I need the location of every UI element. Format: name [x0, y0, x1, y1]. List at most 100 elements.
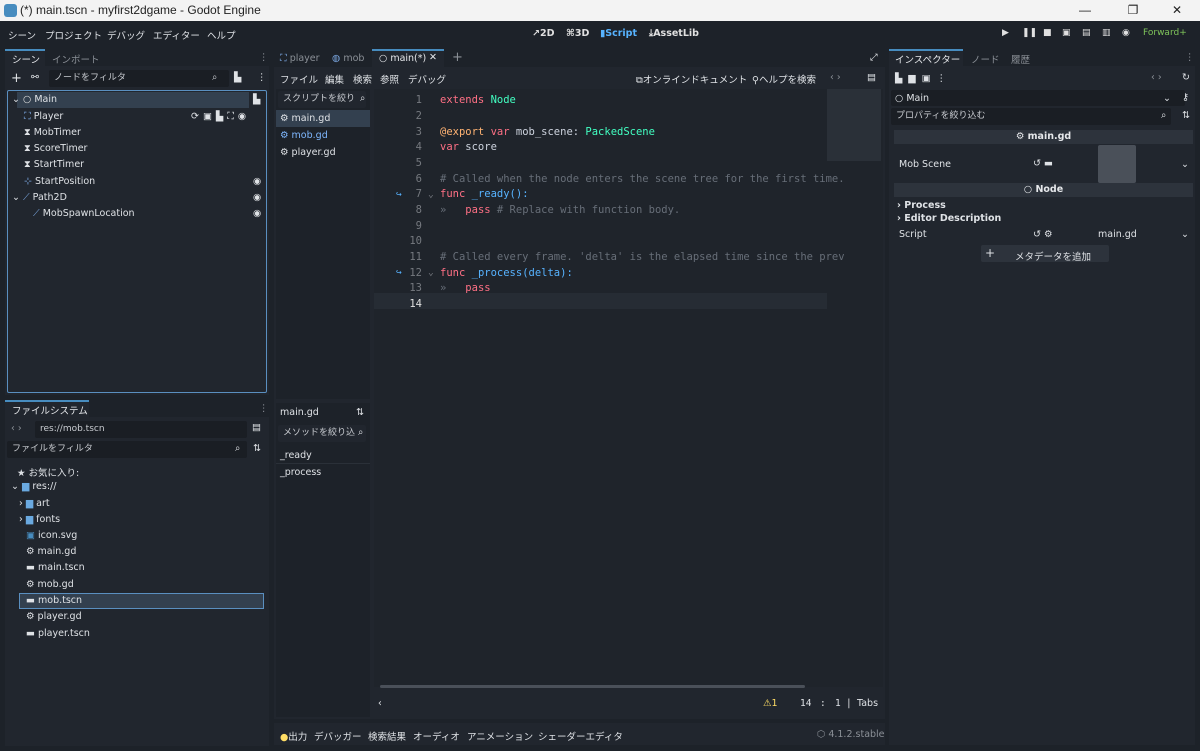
pause-icon[interactable]: ❚❚: [1022, 28, 1037, 38]
horizontal-scrollbar[interactable]: [380, 685, 805, 688]
search-results-tab[interactable]: 検索結果: [368, 729, 406, 743]
connection-icon[interactable]: ↪: [396, 189, 402, 200]
dock-menu-icon[interactable]: ⋮: [259, 403, 269, 414]
tree-node-starttimer[interactable]: ⧗ StartTimer: [24, 159, 84, 170]
property-filter-input[interactable]: プロパティを絞り込む: [891, 108, 1171, 125]
mode-script-button[interactable]: ▮Script: [600, 28, 637, 39]
menu-debug[interactable]: デバッグ: [408, 72, 446, 86]
code-editor[interactable]: 1 2 3 4 5 6 7 8 9 10 11 12 13 14 ↪ ↪ ⌄ ⌄…: [374, 89, 883, 688]
indent-mode[interactable]: Tabs: [857, 698, 878, 709]
split-mode-icon[interactable]: ▤: [252, 422, 261, 433]
fold-icon[interactable]: ⌄: [428, 267, 434, 278]
history-nav-icon[interactable]: ‹ ›: [1151, 72, 1162, 83]
add-tab-icon[interactable]: +: [452, 50, 463, 65]
menu-project[interactable]: プロジェクト: [45, 28, 102, 42]
file-main-gd[interactable]: ⚙ main.gd: [26, 546, 76, 557]
minimap[interactable]: [827, 89, 881, 161]
debugger-tab[interactable]: デバッガー: [314, 729, 362, 743]
dock-menu-icon[interactable]: ⋮: [259, 52, 269, 63]
menu-goto[interactable]: 参照: [380, 72, 399, 86]
file-player-tscn[interactable]: ▬ player.tscn: [26, 628, 90, 639]
online-docs-button[interactable]: ⧉オンラインドキュメント: [636, 72, 747, 86]
play-custom-icon[interactable]: ▥: [1102, 28, 1111, 38]
play-icon[interactable]: ▶: [1002, 28, 1009, 38]
inspector-toolbar-icons[interactable]: ▙▆▣⋮: [895, 73, 952, 84]
tab-main[interactable]: ○ main(*): [379, 53, 426, 64]
chevron-down-icon[interactable]: ⌄: [1181, 229, 1189, 240]
method-item-process[interactable]: _process: [280, 467, 321, 478]
menu-scene[interactable]: シーン: [8, 28, 36, 42]
path-input[interactable]: res://mob.tscn: [35, 421, 247, 438]
menu-search[interactable]: 検索: [353, 72, 372, 86]
back-icon[interactable]: ‹ ›: [11, 423, 22, 434]
folder-art[interactable]: › ▆ art: [19, 498, 50, 509]
tree-node-scoretimer[interactable]: ⧗ ScoreTimer: [24, 143, 87, 154]
editor-description-group[interactable]: › Editor Description: [897, 213, 1001, 224]
link-icon[interactable]: ⚯: [31, 72, 39, 83]
tab-import[interactable]: インポート: [52, 52, 100, 66]
maximize-button[interactable]: ❐: [1110, 0, 1156, 21]
node-path-icon[interactable]: ⚷: [1182, 92, 1189, 103]
sort-icon[interactable]: ⇅: [253, 443, 261, 454]
file-filter-input[interactable]: ファイルをフィルタ: [7, 441, 247, 458]
tab-scene[interactable]: シーン: [12, 52, 40, 66]
file-icon-svg[interactable]: ▣ icon.svg: [26, 530, 77, 541]
warning-count[interactable]: ⚠1: [763, 698, 778, 709]
close-tab-icon[interactable]: ✕: [429, 52, 437, 63]
folder-res[interactable]: ⌄ ▆ res://: [11, 481, 56, 492]
history-nav-icon[interactable]: ‹ ›: [830, 72, 841, 83]
tree-node-path2d[interactable]: ⌄ ⟋ Path2D: [12, 192, 67, 203]
search-help-button[interactable]: ⚲ヘルプを検索: [752, 72, 816, 86]
shader-editor-tab[interactable]: シェーダーエディタ: [538, 729, 623, 743]
file-main-tscn[interactable]: ▬ main.tscn: [26, 562, 85, 573]
attach-script-icon[interactable]: ▙: [234, 72, 241, 83]
node-selector[interactable]: [891, 90, 1185, 106]
menu-edit[interactable]: 編集: [325, 72, 344, 86]
toggle-panel-icon[interactable]: ▤: [867, 72, 876, 83]
menu-file[interactable]: ファイル: [280, 72, 318, 86]
menu-help[interactable]: ヘルプ: [207, 28, 236, 42]
script-item-mob[interactable]: ⚙ mob.gd: [280, 130, 328, 141]
sort-icon[interactable]: ⇅: [356, 407, 364, 418]
fold-icon[interactable]: ⌄: [428, 189, 434, 200]
file-mob-tscn[interactable]: ▬ mob.tscn: [26, 595, 82, 606]
process-group[interactable]: › Process: [897, 200, 946, 211]
favorites-item[interactable]: ★ お気に入り:: [17, 465, 79, 479]
player-node-icons[interactable]: ⟳▣▙⛶◉: [191, 111, 250, 122]
method-item-ready[interactable]: _ready: [280, 450, 312, 461]
add-node-icon[interactable]: +: [11, 71, 22, 86]
folder-fonts[interactable]: › ▆ fonts: [19, 514, 60, 525]
file-mob-gd[interactable]: ⚙ mob.gd: [26, 579, 74, 590]
renderer-select[interactable]: Forward+: [1143, 28, 1187, 38]
tree-node-startposition[interactable]: ⊹ StartPosition: [24, 176, 95, 187]
file-player-gd[interactable]: ⚙ player.gd: [26, 611, 82, 622]
script-item-main[interactable]: ⚙ main.gd: [280, 113, 330, 124]
tab-filesystem[interactable]: ファイルシステム: [12, 403, 88, 417]
play-scene-icon[interactable]: ▤: [1082, 28, 1091, 38]
visibility-icon[interactable]: ◉: [253, 176, 261, 187]
mode-assetlib-button[interactable]: ⤓AssetLib: [649, 28, 699, 39]
tree-node-main[interactable]: ⌄ ○ Main: [12, 94, 57, 105]
stop-icon[interactable]: ■: [1043, 28, 1052, 38]
mode-2d-button[interactable]: ↗2D: [532, 28, 554, 39]
audio-tab[interactable]: オーディオ: [413, 729, 460, 743]
remote-debug-icon[interactable]: ▣: [1062, 28, 1071, 38]
tab-mob[interactable]: ◍ mob: [332, 53, 364, 64]
animation-tab[interactable]: アニメーション: [467, 729, 533, 743]
node-filter-input[interactable]: ノードをフィルタ: [49, 70, 229, 87]
method-filter-input[interactable]: メソッドを絞り込: [278, 425, 366, 442]
revert-icon[interactable]: ↺ ⚙: [1033, 229, 1053, 240]
script-item-player[interactable]: ⚙ player.gd: [280, 147, 336, 158]
chevron-down-icon[interactable]: ⌄: [1181, 159, 1189, 170]
script-filter-input[interactable]: スクリプトを絞り: [278, 91, 366, 108]
tab-node[interactable]: ノード: [971, 52, 1000, 66]
tab-inspector[interactable]: インスペクター: [895, 52, 960, 66]
sort-icon[interactable]: ⇅: [1182, 110, 1190, 121]
dock-menu-icon[interactable]: ⋮: [1185, 52, 1195, 63]
visibility-icon[interactable]: ◉: [253, 192, 261, 203]
mob-scene-preview[interactable]: [1098, 145, 1136, 183]
distraction-free-icon[interactable]: ⤢: [870, 52, 878, 63]
output-tab[interactable]: ●出力: [280, 729, 307, 743]
menu-editor[interactable]: エディター: [153, 28, 200, 42]
movie-maker-icon[interactable]: ◉: [1122, 28, 1130, 38]
